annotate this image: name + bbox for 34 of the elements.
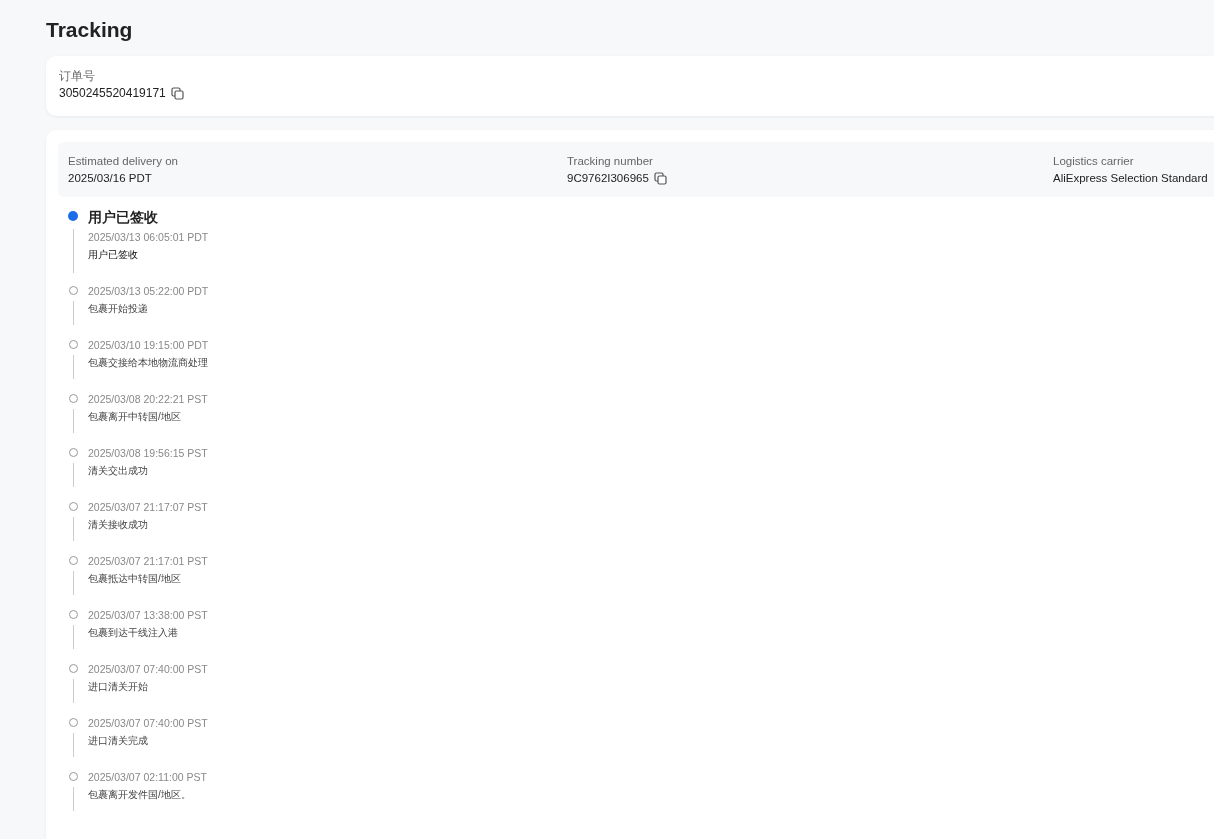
summary-label: Estimated delivery on xyxy=(68,154,179,169)
page-title: Tracking xyxy=(46,17,134,43)
event-time: 2025/03/08 19:56:15 PST xyxy=(88,446,209,461)
event-description: 包裹抵达中转国/地区 xyxy=(88,572,182,586)
event-description: 包裹交接给本地物流商处理 xyxy=(88,356,209,370)
event-title: 用户已签收 xyxy=(88,209,159,227)
event-time: 2025/03/07 07:40:00 PST xyxy=(88,662,209,677)
summary-value: AliExpress Selection Standard xyxy=(1053,171,1208,186)
summary-label: Logistics carrier xyxy=(1053,154,1135,169)
event-time: 2025/03/13 06:05:01 PDT xyxy=(88,230,210,245)
event-description: 用户已签收 xyxy=(88,248,139,262)
copy-icon[interactable] xyxy=(170,86,184,100)
event-time: 2025/03/07 02:11:00 PST xyxy=(88,770,208,785)
order-number: 3050245520419171 xyxy=(59,85,166,102)
copy-icon[interactable] xyxy=(653,171,667,185)
event-description: 包裹离开发件国/地区。 xyxy=(88,788,192,802)
event-time: 2025/03/07 13:38:00 PST xyxy=(88,608,209,623)
event-description: 包裹开始投递 xyxy=(88,302,149,316)
summary-value: 9C9762I306965 xyxy=(567,171,649,186)
event-description: 包裹离开中转国/地区 xyxy=(88,410,182,424)
event-time: 2025/03/07 07:40:00 PST xyxy=(88,716,209,731)
event-time: 2025/03/08 20:22:21 PST xyxy=(88,392,209,407)
event-time: 2025/03/10 19:15:00 PDT xyxy=(88,338,210,353)
event-description: 进口清关开始 xyxy=(88,680,149,694)
summary-label: Tracking number xyxy=(567,154,654,169)
event-time: 2025/03/13 05:22:00 PDT xyxy=(88,284,210,299)
event-time: 2025/03/07 21:17:01 PST xyxy=(88,554,209,569)
event-description: 进口清关完成 xyxy=(88,734,149,748)
event-description: 清关接收成功 xyxy=(88,518,149,532)
event-description: 包裹到达干线注入港 xyxy=(88,626,179,640)
summary-value: 2025/03/16 PDT xyxy=(68,171,152,186)
event-time: 2025/03/07 21:17:07 PST xyxy=(88,500,209,515)
event-description: 清关交出成功 xyxy=(88,464,149,478)
order-label: 订单号 xyxy=(59,69,96,84)
